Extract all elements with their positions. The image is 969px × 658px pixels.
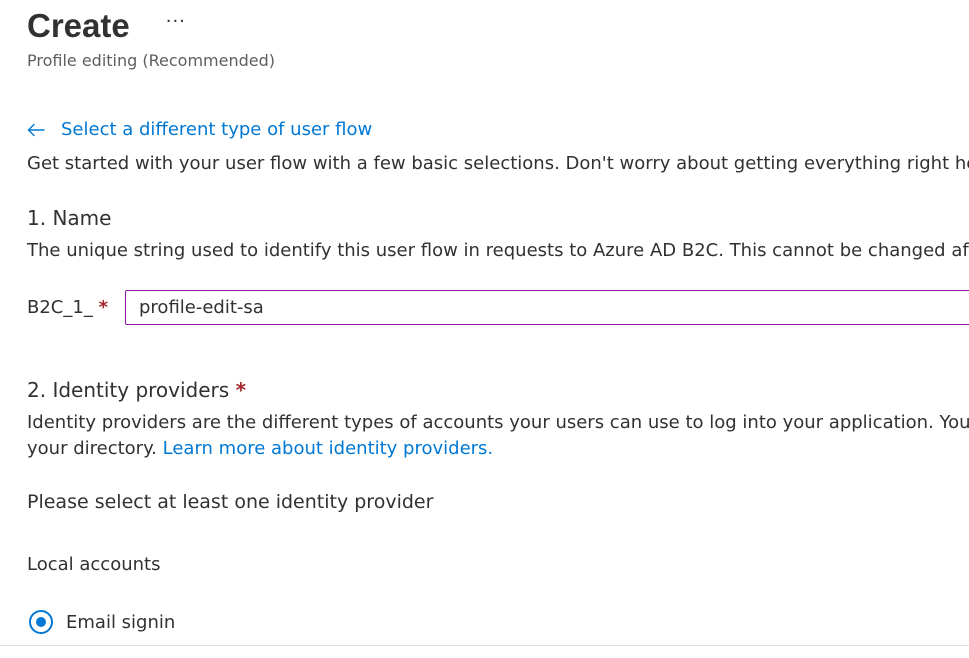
more-options-icon[interactable]: ··· <box>166 12 186 32</box>
email-signin-label: Email signin <box>66 611 176 633</box>
select-provider-hint: Please select at least one identity prov… <box>27 491 434 513</box>
select-different-flow-link[interactable]: Select a different type of user flow <box>27 119 372 140</box>
user-flow-name-input[interactable] <box>125 290 969 325</box>
learn-more-identity-providers-link[interactable]: Learn more about identity providers. <box>163 438 494 459</box>
page-header: Create ··· <box>27 4 186 48</box>
prefix-text: B2C_1_ <box>27 297 93 318</box>
name-section-title: 1. Name <box>27 206 112 230</box>
name-section-description: The unique string used to identify this … <box>27 240 969 261</box>
identity-providers-title: 2. Identity providers * <box>27 378 246 402</box>
page-title: Create <box>27 7 130 44</box>
radio-selected-dot <box>36 617 46 627</box>
bottom-divider <box>0 645 969 646</box>
identity-providers-description: Identity providers are the different typ… <box>27 412 969 433</box>
name-prefix-label: B2C_1_ * <box>27 297 108 318</box>
identity-providers-description-line2: your directory. Learn more about identit… <box>27 438 493 459</box>
page-subtitle: Profile editing (Recommended) <box>27 51 276 70</box>
identity-providers-title-text: 2. Identity providers <box>27 378 230 402</box>
local-accounts-label: Local accounts <box>27 554 161 575</box>
description-line2-text: your directory. <box>27 438 157 459</box>
create-user-flow-page: Create ··· Profile editing (Recommended)… <box>0 0 969 658</box>
email-signin-radio[interactable] <box>29 610 53 634</box>
back-link-label: Select a different type of user flow <box>61 119 373 140</box>
intro-text: Get started with your user flow with a f… <box>27 153 969 174</box>
email-signin-radio-option[interactable]: Email signin <box>29 610 175 634</box>
required-marker: * <box>235 378 247 402</box>
required-marker: * <box>98 297 108 318</box>
arrow-left-icon <box>27 123 45 136</box>
